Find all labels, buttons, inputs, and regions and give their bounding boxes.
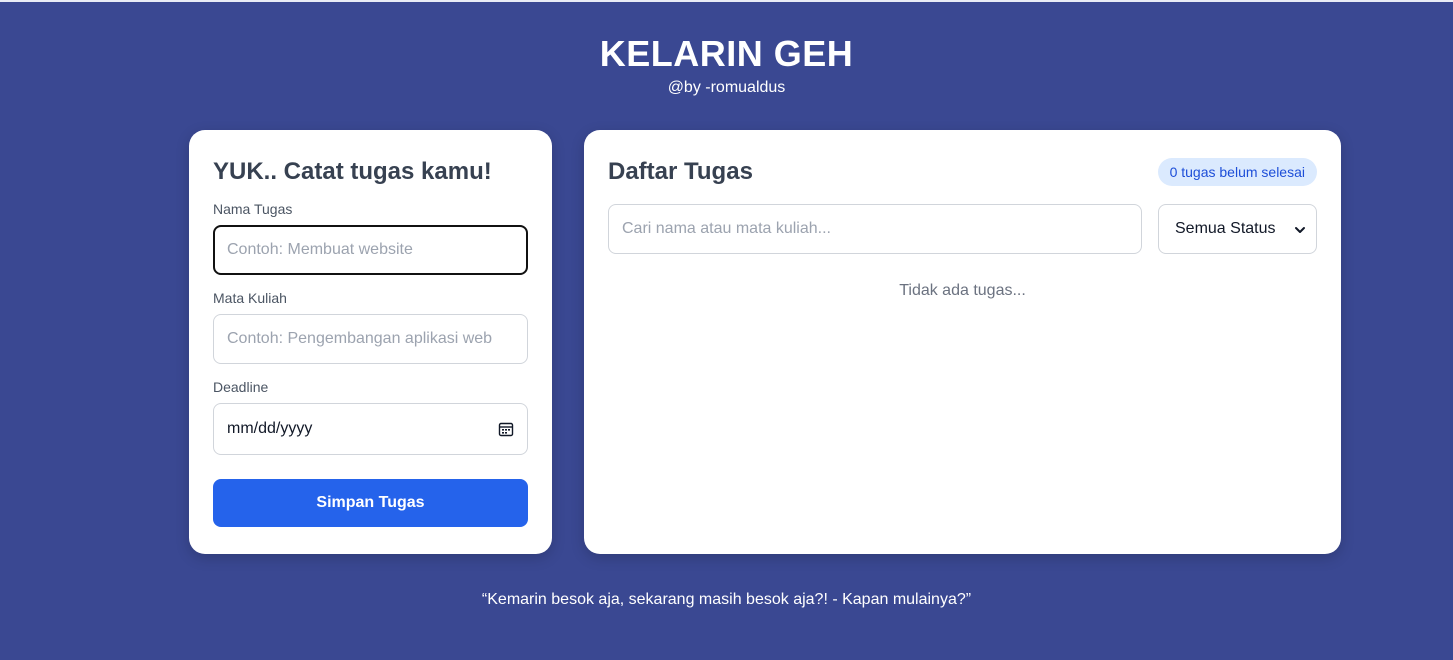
status-filter-select[interactable]: Semua Status xyxy=(1158,204,1317,254)
footer-quote: “Kemarin besok aja, sekarang masih besok… xyxy=(481,591,972,608)
course-input[interactable] xyxy=(213,314,528,364)
app-root: KELARIN GEH @by -romualdus YUK.. Catat t… xyxy=(0,0,1453,660)
course-label: Mata Kuliah xyxy=(213,290,287,306)
app-byline: @by -romualdus xyxy=(667,79,786,96)
list-header: Daftar Tugas 0 tugas belum selesai xyxy=(608,156,1317,188)
save-task-button[interactable]: Simpan Tugas xyxy=(213,479,528,527)
filter-row: Semua Status xyxy=(608,204,1317,254)
app-title: KELARIN GEH xyxy=(599,33,854,74)
deadline-date-input[interactable]: mm/dd/yyyy xyxy=(213,403,528,455)
task-form-card: YUK.. Catat tugas kamu! Nama Tugas Mata … xyxy=(189,130,552,554)
empty-state-message: Tidak ada tugas... xyxy=(899,282,1026,299)
task-list-card: Daftar Tugas 0 tugas belum selesai Semua… xyxy=(584,130,1341,554)
list-title: Daftar Tugas xyxy=(608,158,753,185)
form-title: YUK.. Catat tugas kamu! xyxy=(213,158,492,185)
pending-count-badge: 0 tugas belum selesai xyxy=(1157,158,1317,186)
calendar-icon[interactable] xyxy=(498,421,514,437)
status-filter-value: Semua Status xyxy=(1175,220,1276,237)
search-input[interactable] xyxy=(608,204,1142,254)
deadline-label: Deadline xyxy=(213,379,269,395)
chevron-down-icon xyxy=(1294,223,1306,235)
deadline-value: mm/dd/yyyy xyxy=(227,420,313,437)
task-name-input[interactable] xyxy=(213,225,528,275)
task-name-label: Nama Tugas xyxy=(213,201,293,217)
app-header: KELARIN GEH @by -romualdus xyxy=(0,34,1453,98)
